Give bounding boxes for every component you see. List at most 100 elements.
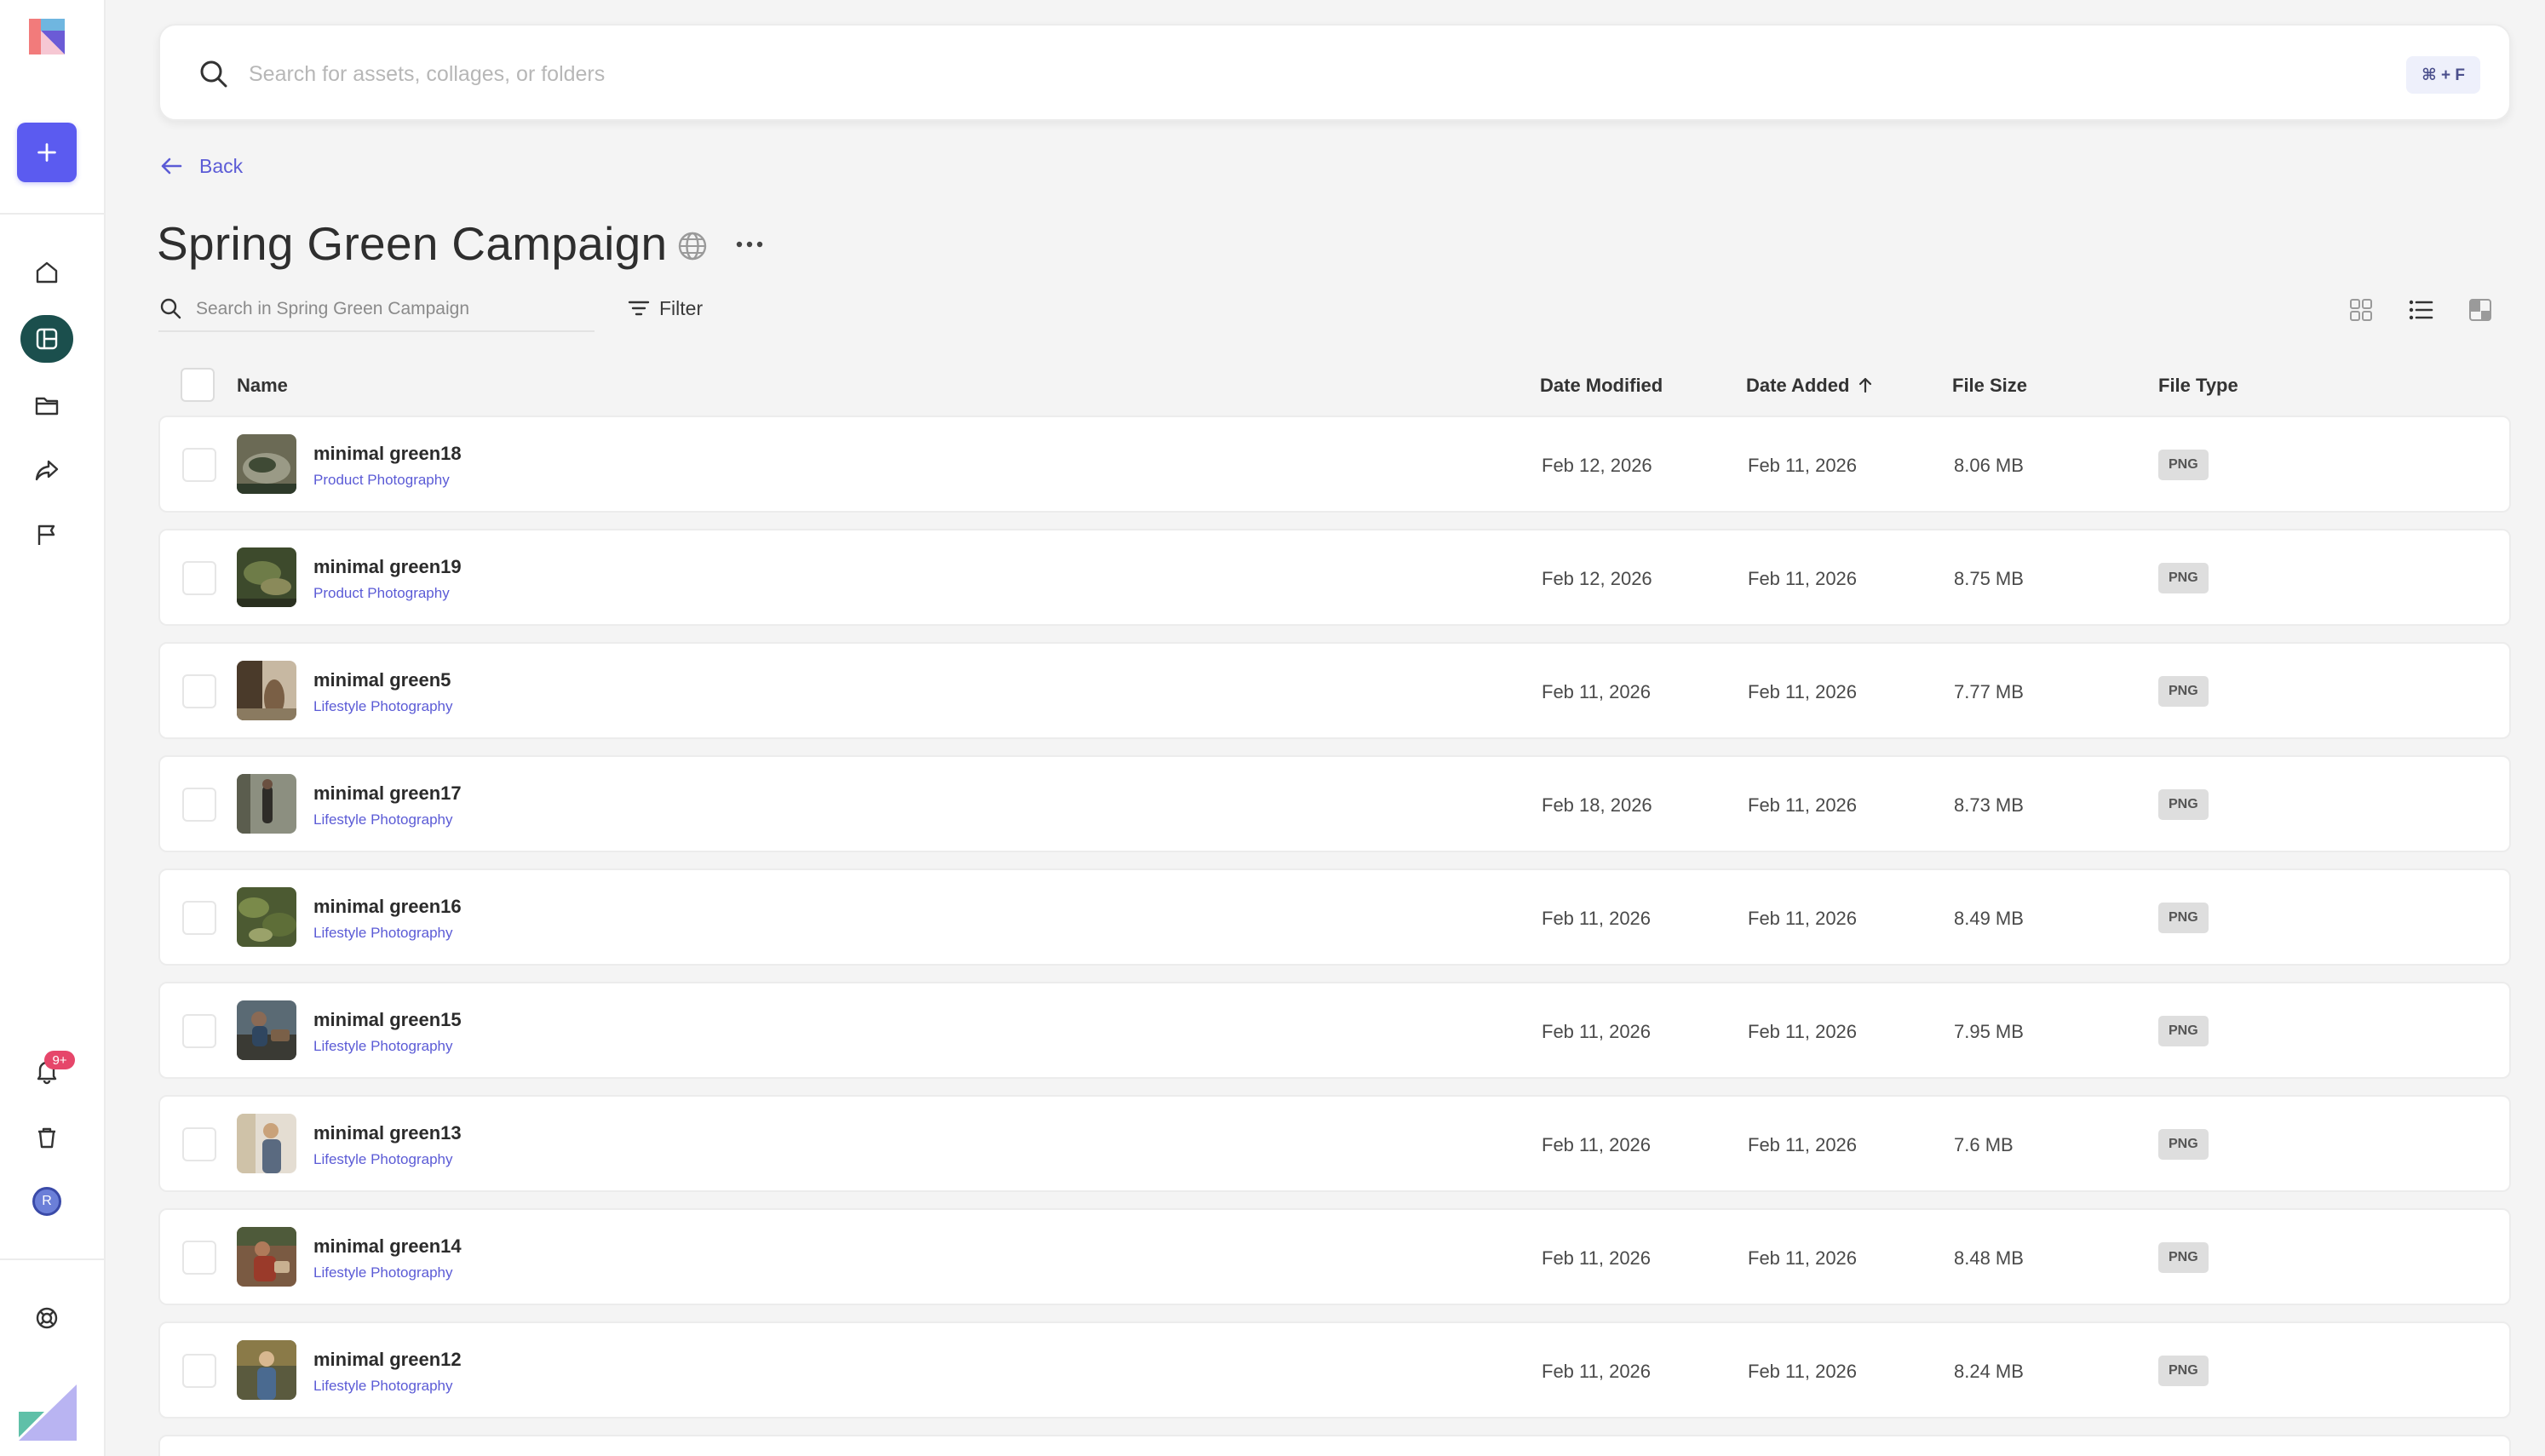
sidebar-item-trash[interactable] [20,1114,73,1161]
column-header-date-added-label: Date Added [1746,375,1850,396]
column-header-file-size[interactable]: File Size [1952,375,2027,397]
list-view-button[interactable] [2405,295,2436,325]
table-row[interactable] [158,1435,2511,1456]
file-type-badge: PNG [2158,450,2209,480]
asset-thumbnail [237,547,296,607]
row-checkbox[interactable] [182,448,216,482]
folder-icon [35,397,59,416]
asset-name: minimal green15 [313,1009,462,1030]
asset-thumbnail [237,887,296,947]
global-search-bar: ⌘ + F [158,24,2511,121]
globe-icon[interactable] [676,230,709,262]
asset-category-tag[interactable]: Lifestyle Photography [313,811,453,828]
sort-ascending-icon [1859,377,1872,393]
date-modified: Feb 11, 2026 [1542,908,1652,929]
date-added: Feb 11, 2026 [1748,1247,1858,1269]
grid-view-button[interactable] [2346,295,2376,325]
sidebar-item-flagged[interactable] [20,511,73,559]
flag-icon [37,525,55,545]
table-row[interactable]: minimal green16 Lifestyle Photography Fe… [158,868,2511,966]
sidebar-item-collections[interactable] [20,315,73,363]
asset-thumbnail [237,1340,296,1400]
asset-thumbnail [237,434,296,494]
row-checkbox[interactable] [182,674,216,708]
asset-category-tag[interactable]: Lifestyle Photography [313,925,453,942]
masonry-view-button[interactable] [2465,295,2496,325]
collection-search [158,293,595,332]
file-type-badge: PNG [2158,903,2209,933]
row-checkbox[interactable] [182,1241,216,1275]
file-type-badge: PNG [2158,1356,2209,1386]
select-all-checkbox[interactable] [181,368,215,402]
file-type-badge: PNG [2158,789,2209,820]
asset-category-tag[interactable]: Lifestyle Photography [313,1038,453,1055]
sidebar-item-home[interactable] [20,249,73,296]
asset-name: minimal green14 [313,1235,462,1257]
column-header-date-added[interactable]: Date Added [1746,375,1875,397]
row-checkbox[interactable] [182,901,216,935]
table-row[interactable]: minimal green19 Product Photography Feb … [158,529,2511,626]
asset-category-tag[interactable]: Lifestyle Photography [313,1264,453,1281]
file-size: 8.49 MB [1954,908,2024,929]
sidebar-item-shared[interactable] [20,446,73,494]
date-added: Feb 11, 2026 [1748,568,1858,589]
file-size: 8.48 MB [1954,1247,2024,1269]
table-row[interactable]: minimal green12 Lifestyle Photography Fe… [158,1321,2511,1419]
row-checkbox[interactable] [182,561,216,595]
column-header-date-modified[interactable]: Date Modified [1540,375,1663,397]
row-checkbox[interactable] [182,1354,216,1388]
search-icon [200,60,227,88]
asset-thumbnail [237,1114,296,1173]
collection-search-input[interactable] [196,293,588,325]
trash-icon [38,1127,55,1149]
date-modified: Feb 11, 2026 [1542,1134,1652,1155]
back-link[interactable]: Back [158,153,243,179]
date-added: Feb 11, 2026 [1748,455,1858,476]
global-search-input[interactable] [249,51,2293,97]
table-row[interactable]: minimal green17 Lifestyle Photography Fe… [158,755,2511,852]
asset-thumbnail [237,661,296,720]
file-size: 8.06 MB [1954,455,2024,476]
table-row[interactable]: minimal green15 Lifestyle Photography Fe… [158,982,2511,1079]
date-added: Feb 11, 2026 [1748,1021,1858,1042]
table-row[interactable]: minimal green5 Lifestyle Photography Feb… [158,642,2511,739]
column-header-name[interactable]: Name [237,375,288,397]
row-checkbox[interactable] [182,1127,216,1161]
sidebar-item-folders[interactable] [20,381,73,429]
create-new-button[interactable] [17,123,77,182]
more-options-icon[interactable] [734,232,765,257]
asset-category-tag[interactable]: Lifestyle Photography [313,1151,453,1168]
date-modified: Feb 11, 2026 [1542,1021,1652,1042]
table-row[interactable]: minimal green14 Lifestyle Photography Fe… [158,1208,2511,1305]
avatar[interactable]: R [32,1187,61,1216]
file-type-badge: PNG [2158,563,2209,593]
file-type-badge: PNG [2158,1016,2209,1046]
filter-button[interactable]: Filter [627,296,703,320]
asset-category-tag[interactable]: Product Photography [313,585,450,602]
share-icon [35,460,59,481]
date-added: Feb 11, 2026 [1748,794,1858,816]
row-checkbox[interactable] [182,1014,216,1048]
file-size: 8.75 MB [1954,568,2024,589]
list-view-icon [2409,300,2433,320]
table-row[interactable]: minimal green13 Lifestyle Photography Fe… [158,1095,2511,1192]
asset-name: minimal green16 [313,896,462,917]
date-modified: Feb 11, 2026 [1542,1361,1652,1382]
sidebar-divider [0,213,104,215]
date-modified: Feb 12, 2026 [1542,455,1652,476]
asset-category-tag[interactable]: Lifestyle Photography [313,698,453,715]
app-logo[interactable] [29,19,65,54]
file-size: 7.77 MB [1954,681,2024,702]
date-modified: Feb 12, 2026 [1542,568,1652,589]
asset-category-tag[interactable]: Product Photography [313,472,450,489]
file-type-badge: PNG [2158,1242,2209,1273]
asset-name: minimal green5 [313,669,451,691]
column-header-file-type[interactable]: File Type [2158,375,2238,397]
asset-category-tag[interactable]: Lifestyle Photography [313,1378,453,1395]
row-checkbox[interactable] [182,788,216,822]
date-added: Feb 11, 2026 [1748,1134,1858,1155]
sidebar-item-help[interactable] [20,1294,73,1342]
table-row[interactable]: minimal green18 Product Photography Feb … [158,416,2511,513]
asset-name: minimal green18 [313,443,462,464]
back-label: Back [199,154,244,177]
